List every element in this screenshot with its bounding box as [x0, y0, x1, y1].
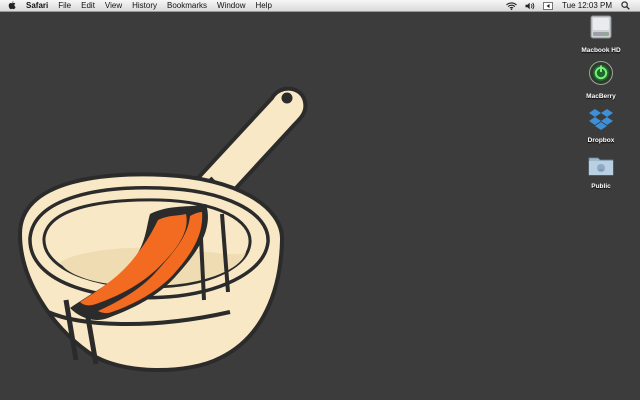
input-source-icon[interactable]: [539, 1, 557, 10]
desktop-icon-label: Dropbox: [587, 137, 615, 144]
volume-icon[interactable]: [521, 2, 539, 10]
dropbox-icon: [589, 108, 613, 135]
menu-file[interactable]: File: [53, 0, 76, 11]
hard-drive-icon: [589, 14, 613, 45]
menu-bar: Safari File Edit View History Bookmarks …: [0, 0, 640, 12]
desktop-icon-dropbox[interactable]: Dropbox: [576, 108, 626, 144]
menu-view[interactable]: View: [100, 0, 127, 11]
frying-pan-illustration: [17, 86, 308, 373]
desktop-icon-public[interactable]: Public: [576, 154, 626, 190]
desktop-wallpaper: [17, 86, 308, 373]
menu-window[interactable]: Window: [212, 0, 250, 11]
desktop-icon-macbook-hd[interactable]: Macbook HD: [576, 14, 626, 54]
spotlight-search-icon[interactable]: [617, 1, 634, 10]
desktop-icon-label: Public: [591, 183, 611, 190]
menu-edit[interactable]: Edit: [76, 0, 100, 11]
public-folder-icon: [588, 154, 614, 181]
desktop-icon-label: Macbook HD: [581, 47, 621, 54]
app-menu-safari[interactable]: Safari: [21, 0, 53, 11]
apple-icon[interactable]: [0, 1, 21, 10]
desktop-icon-macberry[interactable]: MacBerry: [576, 60, 626, 100]
menubar-clock[interactable]: Tue 12:03 PM: [557, 0, 617, 11]
macberry-icon: [588, 60, 614, 91]
menu-help[interactable]: Help: [250, 0, 276, 11]
menu-bookmarks[interactable]: Bookmarks: [162, 0, 212, 11]
menu-history[interactable]: History: [127, 0, 162, 11]
wifi-icon[interactable]: [502, 1, 521, 10]
desktop-icon-label: MacBerry: [586, 93, 616, 100]
